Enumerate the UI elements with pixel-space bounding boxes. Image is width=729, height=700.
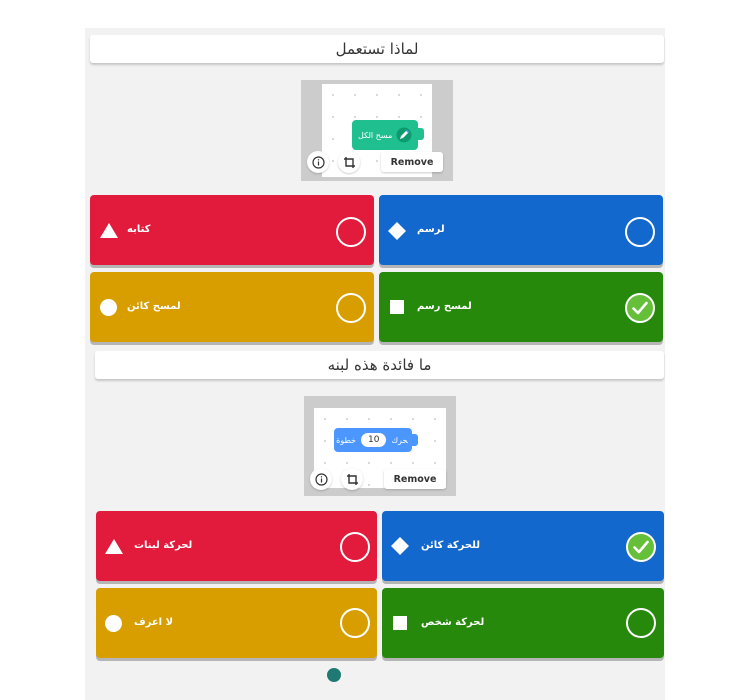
circle-icon (105, 615, 122, 632)
info-icon (311, 155, 325, 169)
answer-correct-circle[interactable] (626, 532, 656, 562)
answer-text: لحركة لبنات (134, 540, 193, 551)
question-1-title-text: لماذا تستعمل (335, 40, 419, 58)
circle-icon (100, 299, 117, 316)
crop-icon (343, 156, 355, 168)
crop-icon (346, 473, 358, 485)
erase-all-block-label: مسح الكل (358, 130, 393, 140)
answer-select-circle[interactable] (336, 293, 366, 323)
answer-select-circle[interactable] (625, 217, 655, 247)
question-2-title-text: ما فائدة هذه لبنه (327, 356, 432, 374)
answer-text: لحركة شخص (421, 617, 485, 628)
question-1-title: لماذا تستعمل (90, 35, 664, 63)
question-1-media: مسح الكل Remove (301, 80, 453, 181)
checkmark-icon (632, 301, 648, 315)
answer-text: لمسح كائن (127, 301, 181, 312)
question-2-answer-square[interactable]: لحركة شخص (382, 588, 664, 658)
question-1-crop-button[interactable] (338, 151, 360, 173)
answer-text: لمسح رسم (417, 301, 472, 312)
question-1-info-button[interactable] (307, 151, 329, 173)
answer-text: لرسم (417, 224, 445, 235)
erase-all-block-bump (414, 128, 424, 140)
question-2-answer-triangle[interactable]: لحركة لبنات (96, 511, 377, 581)
remove-label: Remove (393, 473, 437, 485)
remove-label: Remove (390, 156, 434, 168)
answer-select-circle[interactable] (336, 217, 366, 247)
square-icon (393, 616, 407, 630)
steps-number: 10 (361, 433, 387, 447)
square-icon (390, 300, 404, 314)
answer-select-circle[interactable] (340, 532, 370, 562)
checkmark-icon (633, 540, 649, 554)
question-1-answer-diamond[interactable]: لرسم (379, 195, 663, 265)
answer-text: لا اعرف (134, 617, 174, 628)
answer-text: كتابه (127, 224, 151, 235)
question-2-info-button[interactable] (310, 468, 332, 490)
move-steps-block: خطوة 10 تحرك (334, 428, 418, 452)
add-question-button-partial[interactable] (327, 668, 341, 682)
question-2-answer-circle[interactable]: لا اعرف (96, 588, 377, 658)
diamond-icon (391, 537, 409, 555)
diamond-icon (388, 222, 406, 240)
move-steps-block-bump (408, 434, 418, 446)
triangle-icon (105, 539, 123, 554)
pen-icon (396, 127, 412, 145)
move-steps-left-label: خطوة (336, 435, 356, 445)
question-1-answer-triangle[interactable]: كتابه (90, 195, 374, 265)
erase-all-block: مسح الكل (352, 120, 424, 150)
question-1-remove-button[interactable]: Remove (381, 152, 443, 172)
answer-correct-circle[interactable] (625, 293, 655, 323)
question-2-answer-diamond[interactable]: للحركة كائن (382, 511, 664, 581)
question-2-title: ما فائدة هذه لبنه (95, 351, 664, 379)
question-1-answer-circle[interactable]: لمسح كائن (90, 272, 374, 342)
answer-select-circle[interactable] (626, 608, 656, 638)
answer-select-circle[interactable] (340, 608, 370, 638)
question-2-media: خطوة 10 تحرك Remove (304, 396, 456, 496)
info-icon (314, 472, 328, 486)
question-2-remove-button[interactable]: Remove (384, 469, 446, 489)
answer-text: للحركة كائن (421, 540, 480, 551)
question-2-crop-button[interactable] (341, 468, 363, 490)
triangle-icon (100, 223, 118, 238)
question-1-answer-square[interactable]: لمسح رسم (379, 272, 663, 342)
